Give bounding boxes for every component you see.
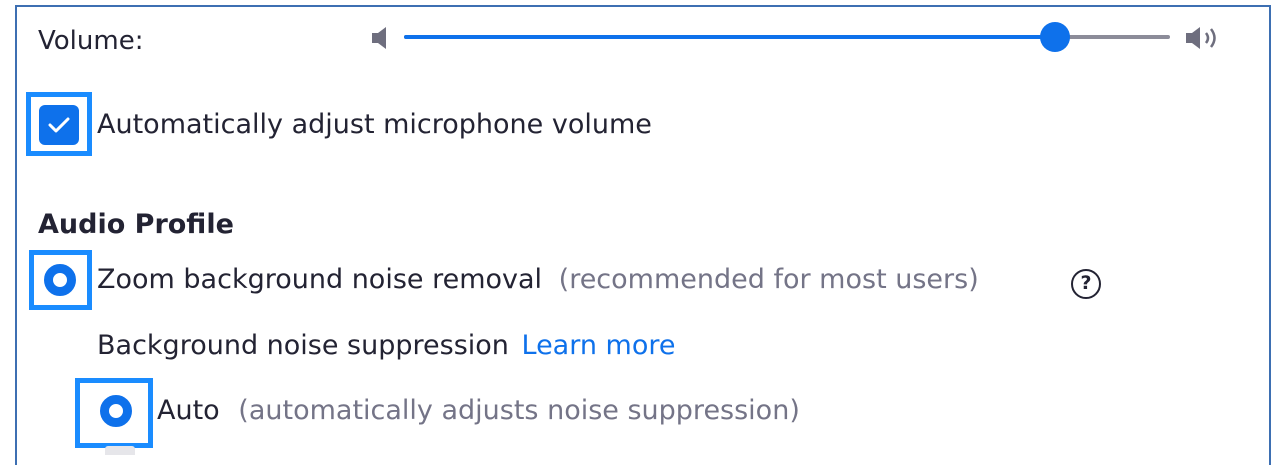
suppression-label: Background noise suppression <box>97 330 509 361</box>
suppression-row: Background noise suppression Learn more <box>97 328 675 364</box>
zoom-noise-removal-hint: (recommended for most users) <box>558 264 979 295</box>
zoom-noise-removal-row: Zoom background noise removal (recommend… <box>97 262 979 298</box>
help-icon[interactable]: ? <box>1071 269 1101 299</box>
volume-slider[interactable] <box>404 22 1170 52</box>
audio-profile-title: Audio Profile <box>38 209 234 240</box>
auto-hint: (automatically adjusts noise suppression… <box>238 395 800 426</box>
checkmark-icon <box>48 117 70 133</box>
learn-more-link[interactable]: Learn more <box>522 330 676 361</box>
auto-adjust-label[interactable]: Automatically adjust microphone volume <box>97 107 652 143</box>
zoom-noise-removal-radio[interactable] <box>44 264 76 296</box>
speaker-high-icon <box>1186 27 1216 49</box>
next-radio-partial[interactable] <box>105 446 135 455</box>
volume-slider-thumb[interactable] <box>1040 22 1071 52</box>
speaker-low-icon <box>372 27 386 49</box>
volume-label: Volume: <box>38 26 144 56</box>
auto-row: Auto (automatically adjusts noise suppre… <box>157 393 800 429</box>
auto-adjust-checkbox[interactable] <box>39 105 79 145</box>
volume-slider-fill <box>404 35 1056 39</box>
auto-label[interactable]: Auto <box>157 395 220 426</box>
zoom-noise-removal-label[interactable]: Zoom background noise removal <box>97 264 542 295</box>
auto-radio[interactable] <box>100 395 132 427</box>
